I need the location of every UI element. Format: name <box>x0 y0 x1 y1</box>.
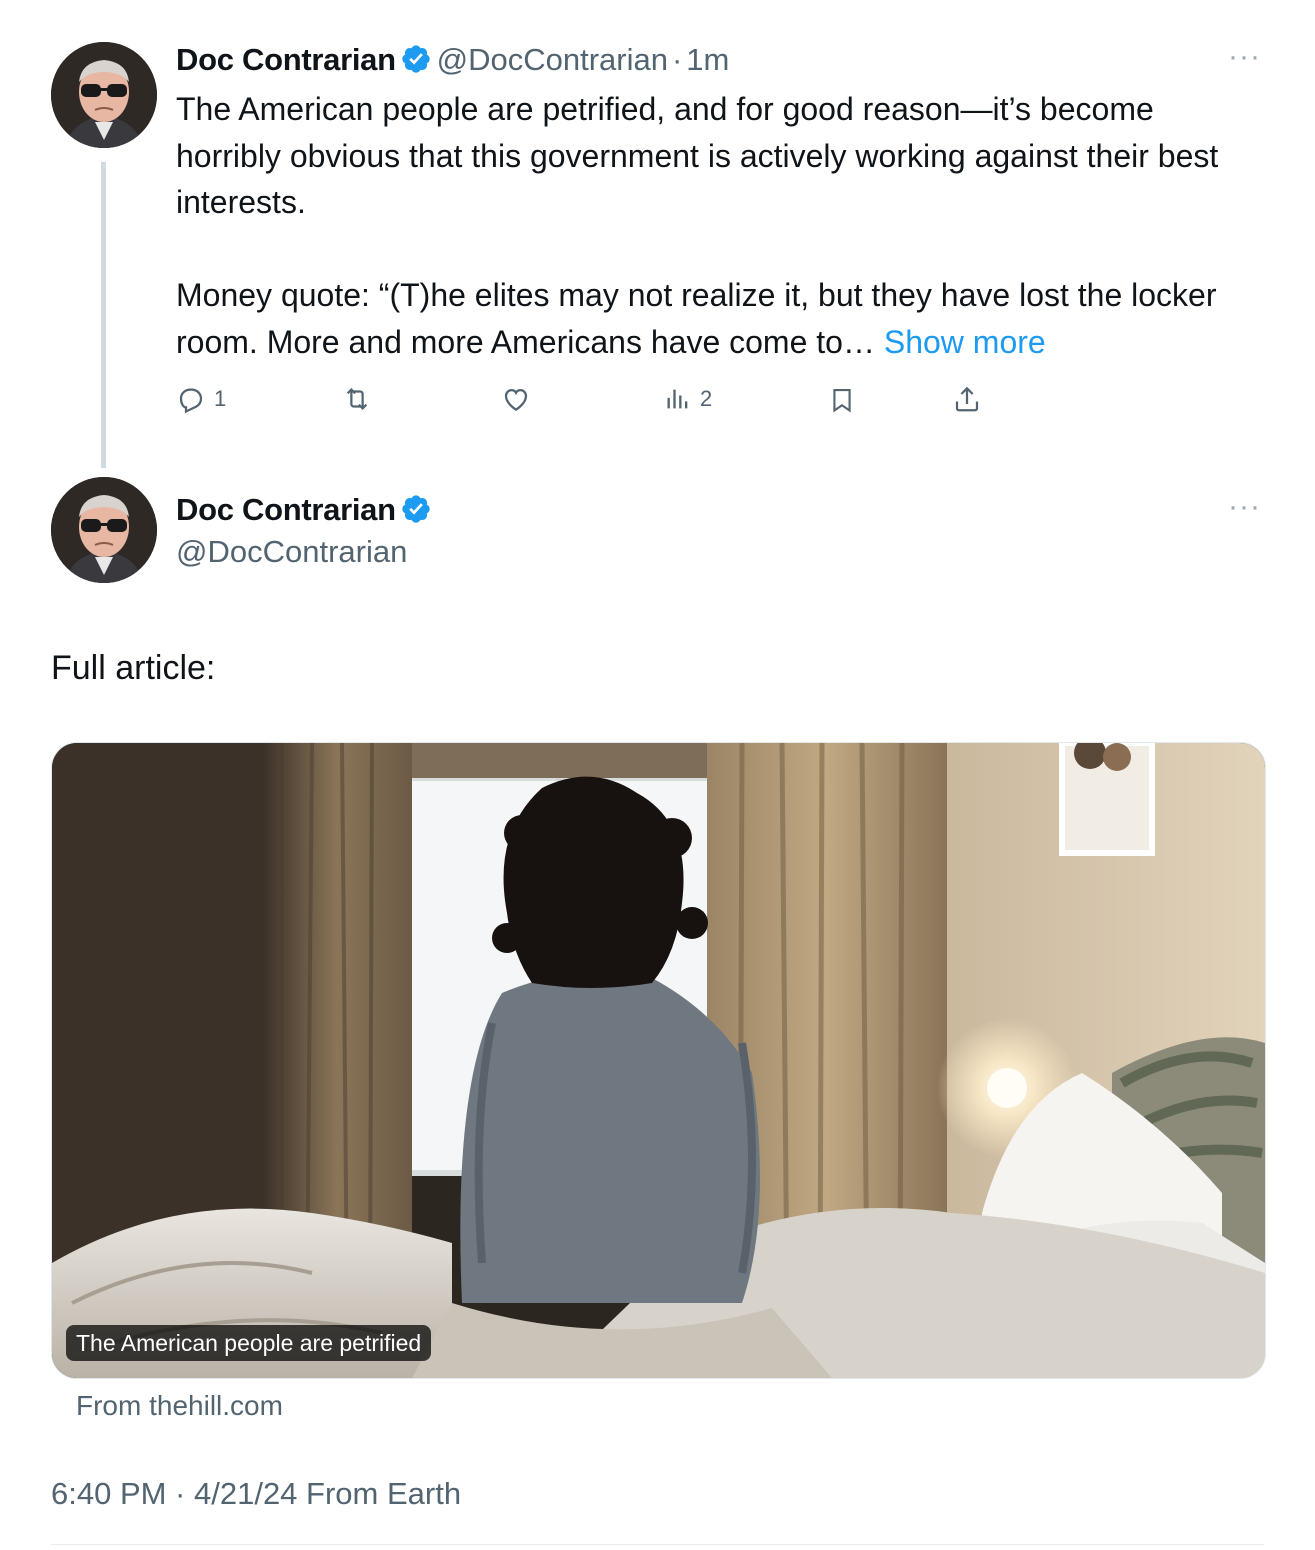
card-caption: The American people are petrified <box>66 1325 432 1361</box>
thread-connector-line <box>101 162 106 468</box>
tweet-timestamp[interactable]: 6:40 PM · 4/21/24 From Earth <box>51 1472 461 1516</box>
more-options-icon[interactable]: ··· <box>1228 40 1261 74</box>
tweet-text: The American people are petrified, and f… <box>176 86 1256 365</box>
author-name[interactable]: Doc Contrarian <box>176 42 396 77</box>
verified-badge-icon <box>400 493 432 525</box>
verified-badge-icon <box>400 43 432 75</box>
reply-button[interactable]: 1 <box>176 384 226 414</box>
article-image <box>52 743 1265 1378</box>
divider <box>51 1544 1264 1545</box>
reply-icon <box>179 388 203 414</box>
bookmark-icon <box>833 389 851 413</box>
views-count: 2 <box>700 386 713 411</box>
link-preview-card[interactable] <box>51 742 1266 1379</box>
heart-icon <box>504 388 528 411</box>
avatar[interactable] <box>51 42 157 148</box>
author-handle[interactable]: @DocContrarian <box>437 42 668 77</box>
like-button[interactable] <box>500 384 532 414</box>
views-button[interactable]: 2 <box>664 384 712 414</box>
tweet-text: Full article: <box>51 649 216 687</box>
reply-count: 1 <box>214 386 227 411</box>
avatar[interactable] <box>51 477 157 583</box>
author-handle[interactable]: @DocContrarian <box>176 530 407 574</box>
more-options-icon[interactable]: ··· <box>1228 490 1261 524</box>
author-name[interactable]: Doc Contrarian <box>176 492 396 527</box>
views-icon <box>667 389 688 409</box>
retweet-icon <box>346 388 368 410</box>
card-source-domain[interactable]: From thehill.com <box>76 1386 283 1426</box>
retweet-button[interactable] <box>340 384 374 414</box>
show-more-link[interactable]: Show more <box>884 324 1046 360</box>
tweet-time[interactable]: 1m <box>686 42 729 77</box>
tweet-header: Doc Contrarian @DocContrarian · 1m <box>176 38 729 82</box>
bookmark-button[interactable] <box>828 384 856 416</box>
share-icon <box>955 386 979 412</box>
dot-separator: · <box>671 42 683 77</box>
tweet-header: Doc Contrarian <box>176 488 432 532</box>
tweet-body: The American people are petrified, and f… <box>176 91 1219 360</box>
share-button[interactable] <box>952 383 982 415</box>
